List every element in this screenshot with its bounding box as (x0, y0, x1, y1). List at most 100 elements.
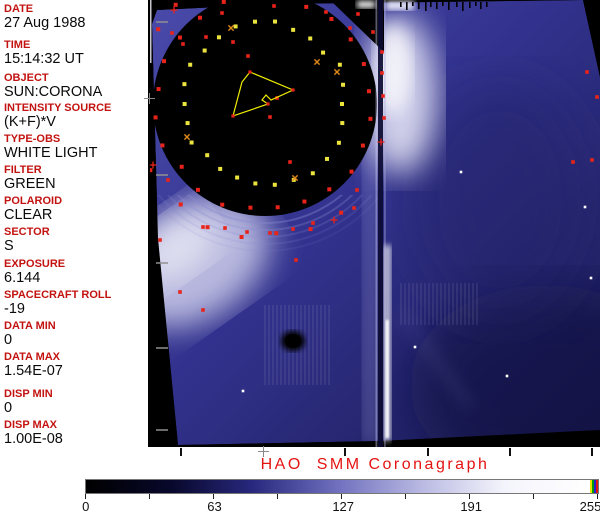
fiducial-dot (590, 158, 594, 162)
fiducial-dot (291, 88, 295, 92)
metadata-sidebar: DATE 27 Aug 1988 TIME 15:14:32 UT OBJECT SUN:… (0, 0, 150, 447)
field-exposure: EXPOSURE 6.144 (4, 258, 144, 286)
fiducial-dot (272, 182, 277, 187)
fiducial-dot (245, 230, 249, 234)
field-value: 0 (4, 400, 13, 416)
fiducial-dot (162, 59, 167, 64)
field-disp-min: DISP MIN 0 (4, 388, 144, 416)
field-label: EXPOSURE (4, 258, 66, 270)
field-intensity-source: INTENSITY SOURCE (K+F)*V (4, 102, 144, 130)
fiducial-dot (368, 116, 373, 121)
field-object: OBJECT SUN:CORONA (4, 72, 144, 100)
field-spacecraft-roll: SPACECRAFT ROLL -19 (4, 289, 144, 317)
fiducial-dot (197, 15, 202, 20)
fiducial-dot (380, 50, 384, 54)
field-polaroid: POLAROID CLEAR (4, 195, 144, 223)
fiducial-dot (220, 11, 224, 15)
fiducial-dot (179, 164, 184, 169)
fiducial-dot (311, 221, 315, 225)
fiducial-dot (166, 178, 170, 182)
fiducial-dot (380, 71, 384, 75)
fiducial-dot (204, 35, 208, 39)
field-value: 0 (4, 332, 13, 348)
field-data-max: DATA MAX 1.54E-07 (4, 351, 144, 379)
field-value: (K+F)*V (4, 114, 56, 130)
field-value: 27 Aug 1988 (4, 15, 86, 31)
fiducial-dot (266, 102, 270, 106)
coronagraph-image (150, 0, 600, 447)
fiducial-dot (153, 115, 158, 120)
colorbar-end-stripe (596, 480, 598, 493)
fiducial-dot (231, 114, 235, 118)
fiducial-dot (583, 205, 587, 209)
fiducial-dot (246, 54, 250, 58)
fiducial-dot (156, 27, 161, 32)
fiducial-dot (273, 19, 278, 24)
fiducial-dot (308, 36, 313, 41)
fiducial-dot (356, 12, 360, 16)
fiducial-dot (248, 205, 253, 210)
fiducial-dot (302, 199, 307, 204)
fiducial-dot (241, 389, 245, 393)
field-time: TIME 15:14:32 UT (4, 39, 144, 67)
fiducial-dot (248, 70, 252, 74)
coronagraph-canvas (150, 0, 600, 447)
fiducial-dot (216, 35, 221, 40)
field-value: 6.144 (4, 270, 41, 286)
fiducial-dot (341, 82, 346, 87)
fiducial-dot (308, 227, 313, 232)
fiducial-dot (382, 116, 386, 120)
fiducial-dot (218, 166, 223, 171)
fiducial-dot (291, 27, 296, 32)
fiducial-dot (294, 258, 298, 262)
field-value: SUN:CORONA (4, 84, 103, 100)
bottom-edge-plus-marker (258, 446, 269, 457)
fiducial-dot (231, 40, 235, 44)
fiducial-dot (188, 62, 193, 67)
fiducial-dot (413, 345, 417, 349)
field-label: DATA MIN (4, 320, 56, 332)
field-disp-max: DISP MAX 1.00E-08 (4, 419, 144, 447)
fiducial-dot (571, 160, 575, 164)
fiducial-dot (202, 48, 207, 53)
fiducial-dot (589, 276, 593, 280)
fiducial-dot (150, 168, 153, 173)
field-value: -19 (4, 301, 25, 317)
fiducial-dot (177, 35, 182, 40)
left-edge-plus-marker (144, 93, 155, 104)
fiducial-dot (201, 308, 205, 312)
fiducial-dot (339, 210, 344, 215)
fiducial-dot (585, 70, 589, 74)
field-value: 1.00E-08 (4, 431, 63, 447)
fiducial-dot (337, 62, 342, 67)
fiducial-dot (304, 4, 309, 9)
fiducial-dot (182, 82, 187, 87)
fiducial-dot (366, 89, 371, 94)
fiducial-dot (352, 206, 356, 210)
field-label: OBJECT (4, 72, 49, 84)
fiducial-dot (221, 0, 226, 4)
field-value: 1.54E-07 (4, 363, 63, 379)
fiducial-dot (170, 31, 174, 35)
fiducial-dot (459, 170, 463, 174)
fiducial-dot (274, 231, 279, 236)
fiducial-dot (348, 37, 353, 42)
field-filter: FILTER GREEN (4, 164, 144, 192)
field-data-min: DATA MIN 0 (4, 320, 144, 348)
fiducial-dot (253, 19, 258, 24)
field-label: DISP MIN (4, 388, 53, 400)
fiducial-dot (349, 169, 354, 174)
field-sector: SECTOR S (4, 226, 144, 254)
intensity-colorbar (85, 479, 599, 494)
occulting-disk (153, 0, 377, 216)
fiducial-dot (381, 94, 385, 98)
fiducial-dot (288, 160, 292, 164)
fiducial-dot (178, 290, 182, 294)
field-date: DATE 27 Aug 1988 (4, 3, 144, 31)
fiducial-dot (156, 87, 161, 92)
fiducial-dot (361, 62, 366, 67)
field-label: POLAROID (4, 195, 63, 207)
fiducial-dot (360, 143, 365, 148)
field-label: FILTER (4, 164, 42, 176)
field-type-obs: TYPE-OBS WHITE LIGHT (4, 133, 144, 161)
